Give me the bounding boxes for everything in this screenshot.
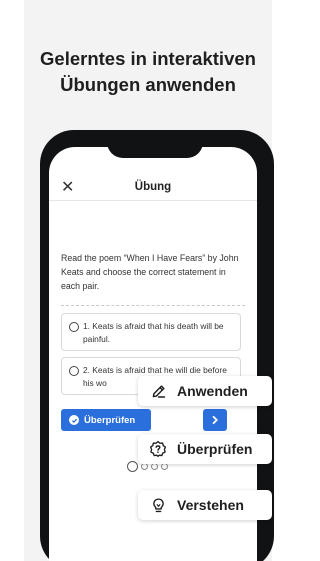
- headline-line-1: Gelerntes in interaktiven: [40, 48, 256, 69]
- pencil-icon: [152, 384, 166, 398]
- prompt-divider: [61, 305, 245, 306]
- understand-pill: Verstehen: [138, 490, 272, 520]
- page-dot[interactable]: [141, 463, 148, 470]
- checkmark-icon: [69, 415, 79, 425]
- check-pill-label: Überprüfen: [177, 441, 253, 457]
- answer-option-1[interactable]: 1. Keats is afraid that his death will b…: [61, 313, 241, 351]
- page-dot[interactable]: [151, 463, 158, 470]
- chevron-right-icon: [212, 415, 218, 425]
- topbar-divider: [49, 200, 257, 201]
- lightbulb-icon: [153, 497, 164, 512]
- next-button[interactable]: [203, 409, 227, 431]
- apply-pill-label: Anwenden: [177, 383, 248, 399]
- headline-line-2: Übungen anwenden: [60, 74, 236, 95]
- question-badge-icon: [149, 440, 167, 458]
- exercise-topbar: ✕ Übung: [49, 177, 257, 201]
- understand-pill-label: Verstehen: [177, 497, 244, 513]
- radio-icon[interactable]: [69, 366, 79, 376]
- page-dot-active[interactable]: [127, 461, 138, 472]
- check-button-label: Überprüfen: [84, 414, 136, 426]
- radio-icon[interactable]: [69, 322, 79, 332]
- page-dot[interactable]: [161, 463, 168, 470]
- answer-option-text: 1. Keats is afraid that his death will b…: [83, 321, 224, 344]
- check-button[interactable]: Überprüfen: [61, 409, 151, 431]
- headline: Gelerntes in interaktiven Übungen anwend…: [24, 46, 272, 98]
- apply-pill: Anwenden: [138, 376, 272, 406]
- phone-notch: [107, 130, 203, 158]
- exercise-title: Übung: [134, 181, 172, 193]
- check-pill: Überprüfen: [138, 434, 272, 464]
- exercise-prompt: Read the poem “When I Have Fears” by Joh…: [61, 253, 239, 291]
